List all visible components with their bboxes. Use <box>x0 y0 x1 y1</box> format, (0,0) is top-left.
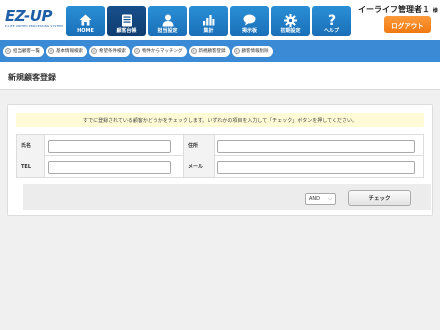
ledger-icon <box>119 13 135 27</box>
subnav-delete-customer[interactable]: › 顧客情報削除 <box>231 45 273 57</box>
user-name: イーライフ管理者１ 様 <box>358 4 438 15</box>
form-row: TEL メール <box>17 156 423 177</box>
subnav-preference-search[interactable]: › 希望条件検索 <box>89 45 130 57</box>
nav-label: ヘルプ <box>323 28 339 34</box>
chevron-right-icon: › <box>233 48 240 54</box>
user-honorific: 様 <box>432 8 438 14</box>
logout-button[interactable]: ログアウト <box>384 16 431 33</box>
chevron-right-icon: › <box>48 48 54 54</box>
subnav-label: 基本情報検索 <box>56 49 83 54</box>
subnav-property-matching[interactable]: › 物件からマッチング <box>132 45 187 57</box>
chevron-right-icon: › <box>190 48 197 54</box>
subnav-basic-search[interactable]: › 基本情報検索 <box>46 45 87 57</box>
nav-label: 顧客台帳 <box>116 28 137 34</box>
nav-totals[interactable]: 集計 <box>189 6 228 36</box>
search-form: 氏名 住所 TEL メール <box>16 134 424 178</box>
subnav-new-customer[interactable]: › 新規顧客登録 <box>188 45 230 57</box>
subnav-label: 新規顧客登録 <box>198 49 226 54</box>
address-label: 住所 <box>183 135 215 156</box>
mail-label: メール <box>183 156 215 177</box>
user-name-text: イーライフ管理者１ <box>358 5 430 14</box>
nav-home[interactable]: HOME <box>66 6 105 36</box>
tel-label: TEL <box>17 156 45 177</box>
subnav-label: 担当顧客一覧 <box>13 49 40 54</box>
top-header: EZ-UP E-LIFE UNITED PROCESSING SYSTEM HO… <box>0 0 440 40</box>
condition-select-value: AND <box>309 196 321 202</box>
condition-select[interactable]: AND ⌵ <box>305 193 336 205</box>
nav-label: 担当設定 <box>157 28 178 34</box>
svg-text:?: ? <box>327 13 335 27</box>
home-icon <box>78 13 94 27</box>
app-logo[interactable]: EZ-UP E-LIFE UNITED PROCESSING SYSTEM <box>5 7 63 34</box>
chevron-right-icon: › <box>134 48 140 54</box>
logo-mark: EZ-UP <box>5 7 52 25</box>
address-field[interactable] <box>217 140 415 153</box>
tel-field[interactable] <box>48 161 171 174</box>
nav-label: 集計 <box>203 28 214 34</box>
main-nav: HOME 顧客台帳 担当設定 集計 掲示板 初期設定 ? ヘルプ <box>66 6 351 36</box>
mail-field[interactable] <box>217 161 415 174</box>
name-field[interactable] <box>48 140 171 153</box>
chevron-right-icon: › <box>91 48 97 54</box>
page-title: 新規顧客登録 <box>8 73 56 82</box>
name-label: 氏名 <box>17 135 45 156</box>
nav-staff-settings[interactable]: 担当設定 <box>148 6 187 36</box>
form-row: 氏名 住所 <box>17 135 423 156</box>
gear-icon <box>283 13 299 27</box>
duplicate-check-panel: すでに登録されている顧客かどうかをチェックします。いずれかの項目を入力して「チェ… <box>7 104 433 216</box>
subnav-label: 顧客情報削除 <box>241 49 269 54</box>
person-icon <box>160 13 176 27</box>
subnav-label: 希望条件検索 <box>99 49 126 54</box>
nav-customer-ledger[interactable]: 顧客台帳 <box>107 6 146 36</box>
logo-subtitle: E-LIFE UNITED PROCESSING SYSTEM <box>5 24 63 28</box>
nav-help[interactable]: ? ヘルプ <box>312 6 351 36</box>
title-bar: 新規顧客登録 <box>0 62 440 90</box>
nav-label: HOME <box>77 28 94 34</box>
instruction-notice: すでに登録されている顧客かどうかをチェックします。いずれかの項目を入力して「チェ… <box>16 113 424 127</box>
nav-label: 初期設定 <box>280 28 301 34</box>
nav-label: 掲示板 <box>241 28 257 34</box>
check-button[interactable]: チェック <box>348 190 411 206</box>
question-icon: ? <box>324 13 340 27</box>
subnav-assigned-customers[interactable]: › 担当顧客一覧 <box>3 45 44 57</box>
subnav-label: 物件からマッチング <box>142 49 183 54</box>
chevron-right-icon: › <box>5 48 11 54</box>
chevron-down-icon: ⌵ <box>328 196 332 202</box>
sub-nav: › 担当顧客一覧 › 基本情報検索 › 希望条件検索 › 物件からマッチング › 新規顧客… <box>0 40 440 62</box>
speech-bubble-icon <box>242 13 258 27</box>
nav-bulletin-board[interactable]: 掲示板 <box>230 6 269 36</box>
bar-chart-icon <box>201 13 217 27</box>
nav-initial-settings[interactable]: 初期設定 <box>271 6 310 36</box>
